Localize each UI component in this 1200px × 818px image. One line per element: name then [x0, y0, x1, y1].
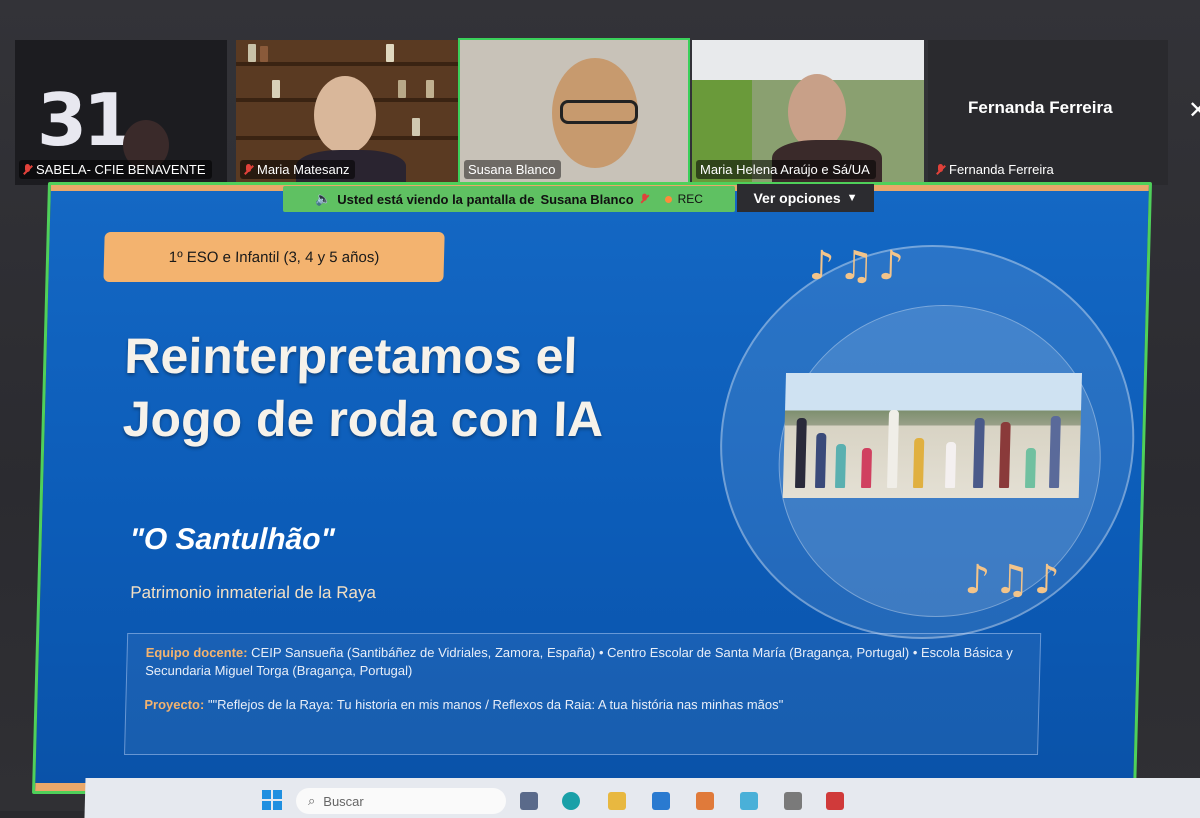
search-placeholder: Buscar [323, 793, 364, 809]
participant-name-label: Maria Matesanz [257, 162, 350, 177]
book [412, 118, 420, 136]
mic-muted-icon [244, 163, 253, 176]
room-background [692, 40, 924, 80]
participant-name: Maria Helena Araújo e Sá/UA [696, 160, 876, 179]
photo-figure [861, 448, 873, 488]
team-label: Equipo docente: [145, 645, 248, 660]
photo-figure [795, 418, 807, 488]
view-options-label: Ver opciones [753, 190, 841, 206]
participant-tile-susana-blanco[interactable]: Susana Blanco [458, 38, 690, 187]
taskbar-search-input[interactable]: ⌕ Buscar [296, 788, 506, 814]
app-icon[interactable] [826, 792, 844, 810]
team-text: CEIP Sansueña (Santibáñez de Vidriales, … [145, 645, 1013, 678]
slide-title: Reinterpretamos el Jogo de roda con IA [122, 325, 685, 451]
photo-figure [1049, 416, 1061, 488]
participant-tile-fernanda-ferreira[interactable]: Fernanda Ferreira Fernanda Ferreira [928, 40, 1168, 185]
screen-share-banner: 🔈 Usted está viendo la pantalla de Susan… [283, 186, 735, 212]
mic-muted-icon [640, 193, 648, 205]
book [260, 46, 268, 62]
participant-name: Susana Blanco [464, 160, 562, 179]
windows-taskbar [84, 778, 1200, 818]
participant-name-label: SABELA- CFIE BENAVENTE [36, 162, 206, 177]
participant-tile-maria-helena[interactable]: Maria Helena Araújo e Sá/UA [692, 40, 924, 185]
store-icon[interactable] [652, 792, 670, 810]
photo-figure [973, 418, 985, 488]
search-icon: ⌕ [308, 793, 316, 808]
slide-title-line: Reinterpretamos el [123, 328, 579, 384]
slide-title-line: Jogo de roda con IA [122, 391, 605, 447]
book [272, 80, 280, 98]
project-label: Proyecto: [144, 697, 205, 712]
photo-figure [1025, 448, 1037, 488]
recording-dot-icon [664, 195, 672, 203]
team-credits: Equipo docente: CEIP Sansueña (Santibáñe… [145, 644, 1026, 680]
participant-tile-maria-matesanz[interactable]: Maria Matesanz [236, 40, 458, 185]
participant-logo: 31 [37, 78, 133, 162]
task-view-icon[interactable] [520, 792, 538, 810]
glasses [560, 100, 638, 124]
app-icon[interactable] [740, 792, 758, 810]
app-icon[interactable] [784, 792, 802, 810]
file-explorer-icon[interactable] [608, 792, 626, 810]
photo-figure [887, 410, 900, 488]
photo-figure [835, 444, 847, 488]
speaker-icon: 🔈 [315, 191, 332, 206]
recording-label: REC [677, 192, 703, 206]
participant-name: SABELA- CFIE BENAVENTE [19, 160, 212, 179]
book [248, 44, 256, 62]
slide-level-tag: 1º ESO e Infantil (3, 4 y 5 años) [103, 232, 445, 282]
shared-screen-slide: 1º ESO e Infantil (3, 4 y 5 años) Reinte… [31, 182, 1153, 794]
participant-video [314, 76, 376, 154]
photo-figure [999, 422, 1011, 488]
windows-start-icon[interactable] [262, 790, 282, 810]
photo-figure [913, 438, 925, 488]
mic-muted-icon [23, 163, 32, 176]
mic-muted-icon [936, 163, 945, 176]
photo-figure [945, 442, 957, 488]
book [386, 44, 394, 62]
edge-icon[interactable] [562, 792, 580, 810]
participant-name: Maria Matesanz [240, 160, 356, 179]
participant-name: Fernanda Ferreira [932, 160, 1060, 179]
participant-name-label: Maria Helena Araújo e Sá/UA [700, 162, 870, 177]
credits-box: Equipo docente: CEIP Sansueña (Santibáñe… [124, 633, 1042, 755]
project-credits: Proyecto: ""Reflejos de la Raya: Tu hist… [144, 696, 1024, 714]
book [398, 80, 406, 98]
participant-name-label: Susana Blanco [468, 162, 556, 177]
close-icon[interactable]: ✕ [1188, 96, 1200, 125]
book [426, 80, 434, 98]
share-banner-text: Usted está viendo la pantalla de [337, 191, 535, 207]
music-notes-icon: ♪♫♪ [963, 557, 1065, 603]
participant-title: Fernanda Ferreira [968, 98, 1113, 117]
slide-tagline: Patrimonio inmaterial de la Raya [130, 583, 377, 602]
participant-video [788, 74, 846, 150]
music-notes-icon: ♪♫♪ [808, 243, 909, 289]
photo-figure [815, 433, 827, 488]
chevron-down-icon: ▼ [846, 192, 858, 204]
project-text: ""Reflejos de la Raya: Tu historia en mi… [207, 697, 784, 712]
view-options-button[interactable]: Ver opciones ▼ [737, 184, 874, 212]
app-icon[interactable] [696, 792, 714, 810]
participant-tile-sabela[interactable]: 31 SABELA- CFIE BENAVENTE [15, 40, 227, 185]
presenter-name: Susana Blanco [540, 191, 634, 207]
slide-subtitle: "O Santulhão" [129, 523, 336, 556]
children-dancing-photo [782, 373, 1083, 498]
bookshelf [236, 62, 458, 66]
participant-name-label: Fernanda Ferreira [949, 162, 1054, 177]
